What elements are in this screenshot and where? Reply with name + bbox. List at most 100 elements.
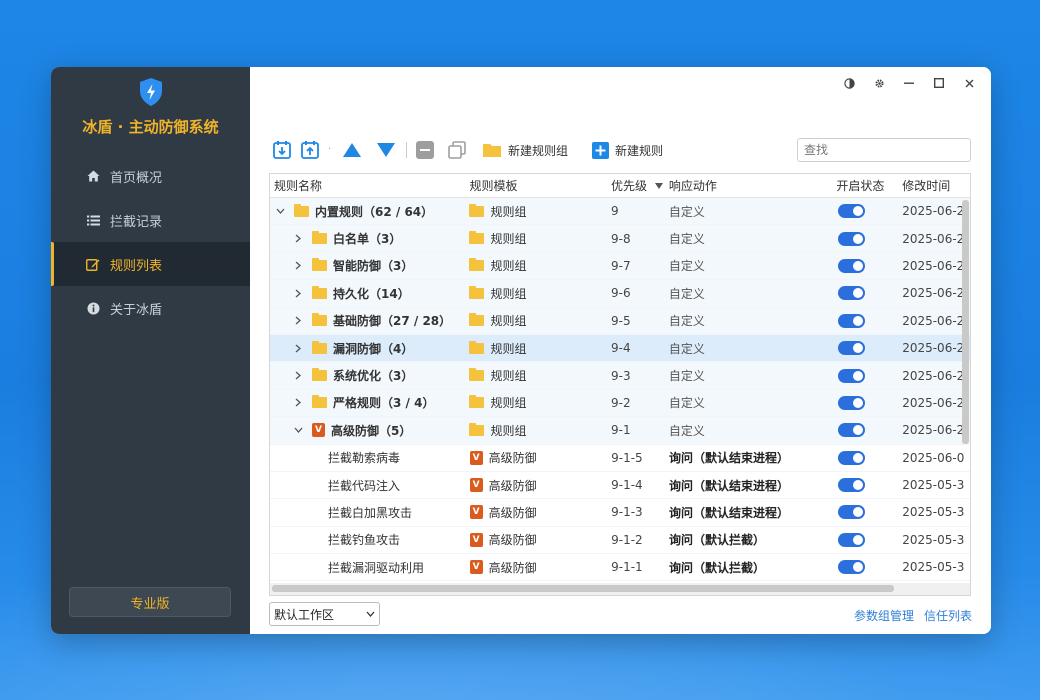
- enabled-toggle[interactable]: [838, 505, 866, 520]
- chevron-right-icon[interactable]: [292, 371, 304, 380]
- header-modified[interactable]: 修改时间: [902, 177, 970, 194]
- search-input[interactable]: [797, 138, 971, 162]
- priority-cell: 9-1-2: [611, 532, 643, 547]
- table-row[interactable]: 拦截勒索病毒 V 高级防御 9-1-5 询问（默认结束进程） 2025-06-0: [270, 445, 970, 472]
- table-row[interactable]: 拦截钓鱼攻击 V 高级防御 9-1-2 询问（默认拦截） 2025-05-3: [270, 527, 970, 555]
- chevron-right-icon[interactable]: [292, 261, 304, 270]
- priority-cell: 9-1-1: [611, 560, 643, 575]
- action-cell: 自定义: [668, 204, 705, 219]
- table-group-row[interactable]: 基础防御（27 / 28） 规则组 9-5 自定义 2025-06-2: [270, 307, 970, 335]
- rule-name-text: 拦截代码注入: [328, 478, 401, 493]
- toolbar: · 新建规则组 新建规则: [272, 135, 971, 165]
- theme-icon[interactable]: [835, 73, 863, 93]
- folder-icon: [469, 368, 485, 382]
- enabled-toggle[interactable]: [838, 313, 866, 328]
- table-group-row[interactable]: 漏洞防御（4） 规则组 9-4 自定义 2025-06-2: [270, 334, 970, 363]
- chevron-right-icon[interactable]: [292, 234, 304, 243]
- template-cell: V 高级防御: [469, 504, 612, 521]
- table-group-row[interactable]: 严格规则（3 / 4） 规则组 9-2 自定义 2025-06-2: [270, 389, 970, 418]
- header-status[interactable]: 开启状态: [836, 177, 902, 194]
- chevron-down-icon[interactable]: [292, 427, 304, 434]
- sidebar-item-intercept-log[interactable]: 拦截记录: [51, 198, 250, 242]
- trust-list-link[interactable]: 信任列表: [924, 607, 972, 624]
- vertical-scrollbar[interactable]: [962, 200, 969, 444]
- enabled-toggle[interactable]: [838, 395, 866, 410]
- new-rule-button[interactable]: 新建规则: [592, 136, 687, 164]
- close-icon[interactable]: [955, 73, 983, 93]
- pro-edition-button[interactable]: 专业版: [69, 587, 231, 617]
- modified-cell: 2025-06-0: [902, 450, 965, 465]
- table-row[interactable]: 拦截漏洞驱动利用 V 高级防御 9-1-1 询问（默认拦截） 2025-05-3: [270, 554, 970, 582]
- sidebar-item-about[interactable]: 关于冰盾: [51, 286, 250, 330]
- table-group-row[interactable]: 白名单（3） 规则组 9-8 自定义 2025-06-2: [270, 225, 970, 253]
- enabled-toggle[interactable]: [838, 532, 866, 547]
- folder-icon: [294, 203, 309, 217]
- settings-icon[interactable]: [865, 73, 893, 93]
- group-name: 内置规则（62 / 64）: [270, 203, 469, 220]
- status-cell: [836, 478, 902, 493]
- folder-icon: [312, 368, 327, 382]
- chevron-right-icon[interactable]: [292, 289, 304, 298]
- move-up-button[interactable]: [342, 136, 362, 164]
- move-down-button[interactable]: [376, 136, 396, 164]
- bottom-links: 参数组管理 信任列表: [854, 607, 972, 624]
- modified-cell: 2025-06-2: [902, 258, 965, 273]
- priority-cell: 9-3: [611, 368, 631, 383]
- maximize-icon[interactable]: [925, 73, 953, 93]
- table-row[interactable]: 拦截代码注入 V 高级防御 9-1-4 询问（默认结束进程） 2025-05-3: [270, 472, 970, 500]
- enabled-toggle[interactable]: [838, 231, 866, 246]
- import-calendar-button[interactable]: [272, 136, 292, 164]
- modified-cell: 2025-06-2: [902, 313, 965, 328]
- chevron-right-icon[interactable]: [292, 344, 304, 353]
- group-name: 白名单（3）: [270, 230, 469, 247]
- table-group-row[interactable]: 系统优化（3） 规则组 9-3 自定义 2025-06-2: [270, 362, 970, 390]
- enabled-toggle[interactable]: [838, 450, 866, 465]
- folder-icon: [469, 231, 485, 245]
- modified-cell: 2025-05-3: [902, 478, 965, 493]
- header-template[interactable]: 规则模板: [469, 177, 611, 194]
- enabled-toggle[interactable]: [838, 341, 866, 356]
- copy-button[interactable]: [448, 136, 466, 164]
- group-name-text: 严格规则（3 / 4）: [333, 396, 435, 411]
- export-calendar-button[interactable]: [300, 136, 320, 164]
- minimize-icon[interactable]: [895, 73, 923, 93]
- folder-icon: [469, 340, 485, 354]
- v-badge-icon: V: [312, 423, 325, 438]
- template-text: 规则组: [490, 341, 527, 356]
- status-cell: [836, 560, 902, 575]
- enabled-toggle[interactable]: [838, 478, 866, 493]
- table-group-row[interactable]: V 高级防御（5） 规则组 9-1 自定义 2025-06-2: [270, 417, 970, 445]
- param-group-link[interactable]: 参数组管理: [854, 607, 914, 624]
- template-text: 规则组: [490, 286, 527, 301]
- folder-icon: [469, 203, 485, 217]
- new-group-button[interactable]: 新建规则组: [482, 136, 592, 164]
- horizontal-scrollbar[interactable]: [272, 585, 894, 592]
- action-cell: 自定义: [668, 286, 705, 301]
- enabled-toggle[interactable]: [838, 258, 866, 273]
- folder-icon: [469, 258, 485, 272]
- enabled-toggle[interactable]: [838, 204, 866, 219]
- action-cell: 自定义: [668, 259, 705, 274]
- enabled-toggle[interactable]: [838, 560, 866, 575]
- template-text: 规则组: [490, 396, 527, 411]
- rule-name: 拦截白加黑攻击: [270, 504, 470, 521]
- header-action[interactable]: 响应动作: [654, 177, 837, 194]
- enabled-toggle[interactable]: [838, 423, 866, 438]
- chevron-down-icon[interactable]: [274, 208, 286, 215]
- template-text: 规则组: [490, 204, 527, 219]
- enabled-toggle[interactable]: [838, 286, 866, 301]
- delete-button[interactable]: [416, 136, 434, 164]
- chevron-right-icon[interactable]: [292, 398, 304, 407]
- workspace-select[interactable]: 默认工作区: [269, 602, 380, 626]
- table-group-row[interactable]: 内置规则（62 / 64） 规则组 9 自定义 2025-06-2: [270, 198, 970, 226]
- new-rule-label: 新建规则: [615, 143, 664, 158]
- table-row[interactable]: 拦截白加黑攻击 V 高级防御 9-1-3 询问（默认结束进程） 2025-05-3: [270, 499, 970, 527]
- chevron-right-icon[interactable]: [292, 316, 304, 325]
- enabled-toggle[interactable]: [838, 368, 866, 383]
- table-group-row[interactable]: 持久化（14） 规则组 9-6 自定义 2025-06-2: [270, 280, 970, 308]
- sidebar-item-home[interactable]: 首页概况: [51, 154, 250, 198]
- header-name[interactable]: 规则名称: [270, 177, 469, 194]
- sidebar-item-rules[interactable]: 规则列表: [51, 242, 250, 286]
- table-group-row[interactable]: 智能防御（3） 规则组 9-7 自定义 2025-06-2: [270, 252, 970, 281]
- status-cell: [836, 313, 902, 328]
